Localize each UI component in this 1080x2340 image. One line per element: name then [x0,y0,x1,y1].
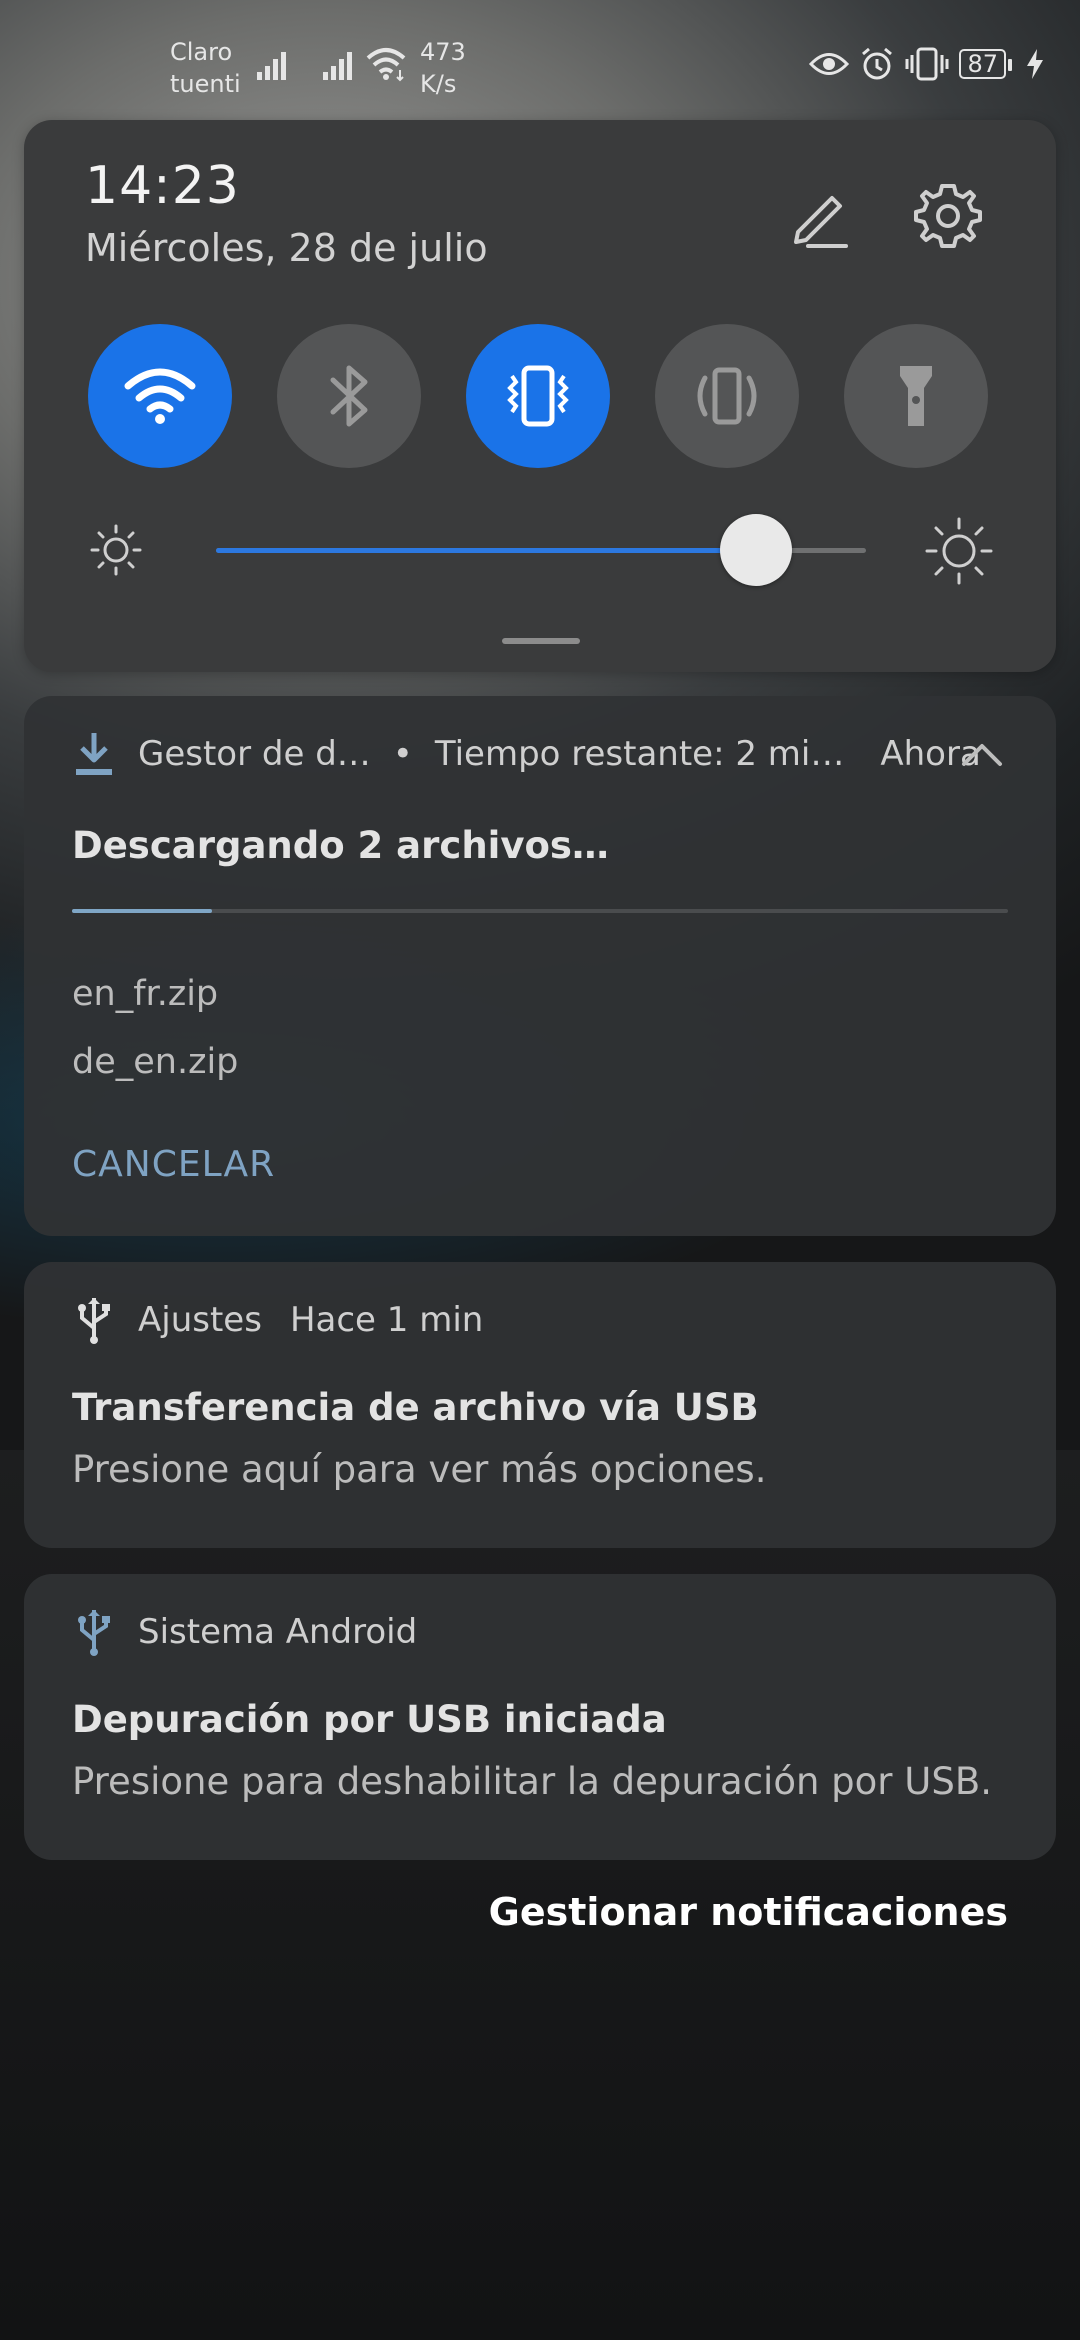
notification-body: Presione aquí para ver más opciones. [72,1448,767,1491]
panel-drag-handle[interactable] [502,638,580,644]
download-icon [76,733,112,775]
signal-icon [323,52,352,80]
signal-icon [257,52,286,80]
battery-icon: 87 [959,49,1012,79]
edit-icon[interactable] [784,180,856,252]
download-progress-bar [72,909,1008,913]
usb-icon [78,1610,110,1656]
manage-notifications-button[interactable]: Gestionar notificaciones [489,1890,1008,1934]
notification-header: Sistema Android [72,1608,417,1656]
separator-dot: • [392,734,413,774]
vibrate-icon [905,47,949,81]
download-notification[interactable]: Gestor de d… • Tiempo restante: 2 mi… Ah… [24,696,1056,1236]
date[interactable]: Miércoles, 28 de julio [85,226,488,270]
download-time-remaining: Tiempo restante: 2 mi… [434,734,845,774]
notification-body: Presione para deshabilitar la depuración… [72,1760,992,1803]
speed-value: 473 [420,38,466,66]
download-progress-fill [72,909,213,913]
alarm-icon [862,47,893,80]
download-file-2: de_en.zip [72,1042,239,1082]
status-bar: Claro tuenti 473 K/s 87 [0,0,1080,110]
notification-header: Ajustes Hace 1 min [72,1296,483,1344]
bluetooth-toggle[interactable] [277,324,421,468]
flashlight-icon [900,366,932,426]
status-icons: 87 [809,46,1046,82]
auto-rotate-toggle[interactable] [655,324,799,468]
charging-icon [1027,49,1043,79]
usb-icon [78,1298,110,1344]
wifi-toggle[interactable] [88,324,232,468]
bluetooth-icon [330,365,368,427]
carrier-1: Claro [170,38,233,66]
brightness-slider[interactable] [216,514,866,586]
vibrate-toggle[interactable] [466,324,610,468]
wifi-icon [366,48,406,82]
download-file-1: en_fr.zip [72,974,219,1014]
usb-transfer-notification[interactable]: Ajustes Hace 1 min Transferencia de arch… [24,1262,1056,1548]
brightness-low-icon [90,524,142,576]
eye-icon [809,53,850,75]
flashlight-toggle[interactable] [844,324,988,468]
quick-settings-panel: 14:23 Miércoles, 28 de julio [24,120,1056,672]
usb-debug-notification[interactable]: Sistema Android Depuración por USB inici… [24,1574,1056,1860]
brightness-slider-thumb[interactable] [719,514,792,586]
rotate-icon [697,367,757,425]
app-name: Ajustes [138,1300,262,1340]
brightness-slider-fill [216,548,756,553]
battery-level: 87 [967,50,998,78]
gear-icon[interactable] [912,180,984,252]
chevron-up-icon[interactable] [960,740,1004,768]
notification-title: Depuración por USB iniciada [72,1698,667,1741]
speed-unit: K/s [420,70,457,98]
clock[interactable]: 14:23 [85,156,240,216]
notification-title: Descargando 2 archivos… [72,824,609,867]
vibrate-icon [507,365,569,427]
cancel-button[interactable]: CANCELAR [72,1144,275,1185]
app-name: Gestor de d… [138,734,371,774]
notification-time: Hace 1 min [289,1300,484,1340]
app-name: Sistema Android [138,1612,418,1652]
network-speed: 473 K/s [420,36,466,100]
notification-header: Gestor de d… • Tiempo restante: 2 mi… Ah… [72,730,981,778]
carrier-names: Claro tuenti [170,36,241,100]
brightness-high-icon [925,517,993,585]
notification-title: Transferencia de archivo vía USB [72,1386,759,1429]
carrier-2: tuenti [170,70,241,98]
wifi-icon [124,368,196,424]
